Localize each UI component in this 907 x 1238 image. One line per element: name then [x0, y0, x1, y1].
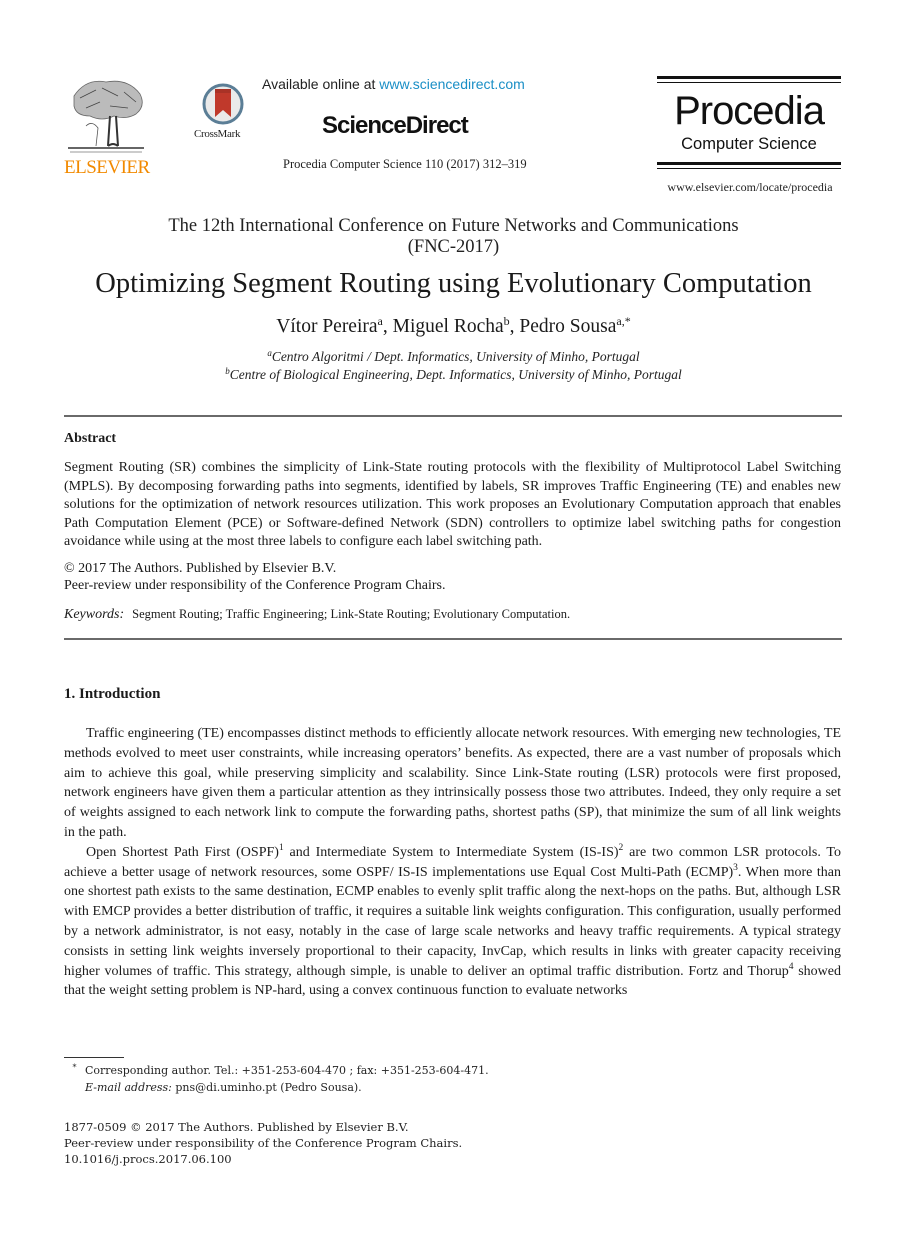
sciencedirect-link[interactable]: www.sciencedirect.com — [379, 76, 525, 92]
conference-name: The 12th International Conference on Fut… — [168, 216, 739, 236]
paper-title: Optimizing Segment Routing using Evoluti… — [95, 268, 812, 299]
procedia-logo: Procedia Computer Science — [657, 76, 841, 169]
text-run: . When more than one shortest path exist… — [64, 864, 841, 979]
peer-review-line: Peer-review under responsibility of the … — [64, 578, 446, 593]
procedia-url[interactable]: www.elsevier.com/locate/procedia — [657, 180, 843, 195]
paragraph: Traffic engineering (TE) encompasses dis… — [64, 726, 841, 840]
author-list: Vítor Pereiraa, Miguel Rochab, Pedro Sou… — [276, 314, 631, 337]
author-affiliation-mark: a — [377, 314, 383, 328]
text-run: Open Shortest Path First (OSPF) — [86, 844, 279, 860]
copyright-line: © 2017 The Authors. Published by Elsevie… — [64, 561, 337, 576]
available-online: Available online at www.sciencedirect.co… — [262, 76, 525, 92]
email-value[interactable]: pns@di.uminho.pt (Pedro Sousa). — [172, 1081, 361, 1094]
footnote-text: Corresponding author. Tel.: +351-253-604… — [85, 1064, 489, 1077]
affiliation: aCentro Algoritmi / Dept. Informatics, U… — [0, 349, 907, 365]
email-label: E-mail address: — [85, 1081, 172, 1094]
divider — [64, 638, 842, 640]
divider — [64, 415, 842, 417]
peer-review-footer: Peer-review under responsibility of the … — [64, 1136, 463, 1150]
introduction-body: Traffic engineering (TE) encompasses dis… — [64, 724, 841, 1001]
keywords: Keywords: Segment Routing; Traffic Engine… — [64, 607, 570, 623]
keywords-values: Segment Routing; Traffic Engineering; Li… — [132, 607, 571, 621]
procedia-subtitle: Computer Science — [681, 135, 817, 153]
procedia-title: Procedia — [674, 89, 825, 133]
footnote-rule — [64, 1057, 124, 1058]
conference-acronym: (FNC-2017) — [407, 237, 500, 257]
sciencedirect-brand: ScienceDirect — [322, 112, 469, 139]
journal-reference: Procedia Computer Science 110 (2017) 312… — [283, 157, 527, 171]
footnote-corresponding: * Corresponding author. Tel.: +351-253-60… — [64, 1063, 489, 1077]
crossmark-label: CrossMark — [194, 128, 241, 140]
author-affiliation-mark: b — [503, 314, 510, 328]
available-prefix: Available online at — [262, 76, 380, 92]
elsevier-tree-icon — [68, 80, 144, 153]
footnote-mark: * — [72, 1063, 77, 1072]
crossmark-badge[interactable]: CrossMark — [194, 83, 254, 145]
affiliation: bCentre of Biological Engineering, Dept.… — [0, 367, 907, 383]
author-name: Pedro Sousa — [519, 316, 617, 337]
author-name: Vítor Pereira — [276, 316, 378, 337]
abstract-body: Segment Routing (SR) combines the simpli… — [64, 460, 841, 550]
author-affiliation-mark: a,* — [616, 314, 631, 328]
paragraph: Open Shortest Path First (OSPF)1 and Int… — [64, 843, 841, 1001]
procedia-rule-top — [657, 76, 841, 79]
abstract-copyright: © 2017 The Authors. Published by Elsevie… — [64, 560, 446, 594]
abstract-heading: Abstract — [64, 431, 117, 446]
procedia-rule-bottom — [657, 162, 841, 165]
procedia-rule-top-thin — [657, 82, 841, 83]
crossmark-icon — [202, 83, 244, 125]
issn-line: 1877-0509 © 2017 The Authors. Published … — [64, 1120, 409, 1134]
elsevier-wordmark: ELSEVIER — [64, 157, 150, 178]
keywords-label: Keywords: — [64, 607, 125, 622]
text-run: and Intermediate System to Intermediate … — [283, 844, 619, 860]
elsevier-logo: ELSEVIER — [64, 76, 150, 180]
footnote-email: E-mail address: pns@di.uminho.pt (Pedro … — [85, 1081, 362, 1094]
affiliation-text: Centro Algoritmi / Dept. Informatics, Un… — [271, 349, 640, 364]
author-name: Miguel Rocha — [392, 316, 504, 337]
affiliation-text: Centre of Biological Engineering, Dept. … — [229, 367, 682, 382]
procedia-rule-bottom-thin — [657, 168, 841, 169]
doi[interactable]: 10.1016/j.procs.2017.06.100 — [64, 1152, 232, 1166]
section-heading-introduction: 1. Introduction — [64, 686, 161, 702]
